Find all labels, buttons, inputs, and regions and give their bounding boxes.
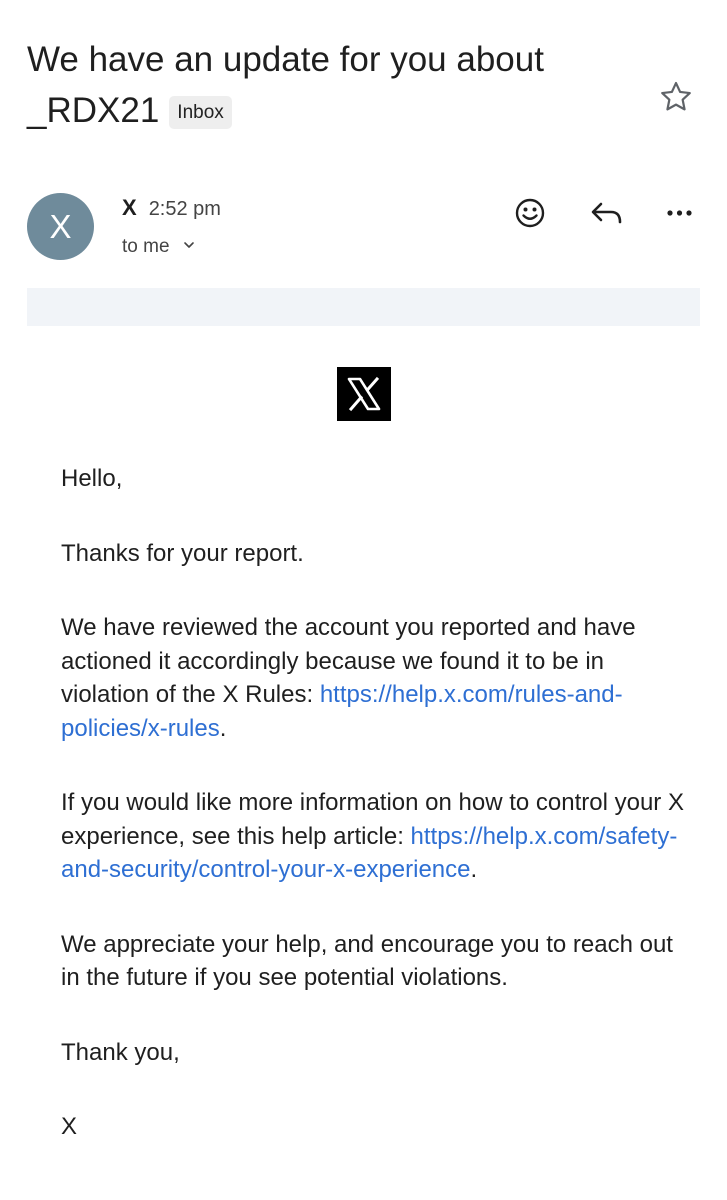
sent-time: 2:52 pm — [148, 198, 221, 220]
email-subject: We have an update for you about _RDX21 In… — [27, 34, 647, 136]
sender-line: X 2:52 pm — [122, 194, 221, 222]
help-end: . — [470, 856, 478, 883]
review-paragraph: We have reviewed the account you reporte… — [61, 611, 691, 745]
sender-avatar[interactable]: X — [27, 193, 94, 260]
reply-icon[interactable] — [586, 192, 628, 234]
review-end: . — [219, 714, 227, 742]
appreciation-paragraph: We appreciate your help, and encourage y… — [61, 930, 673, 992]
inbox-label-chip[interactable]: Inbox — [169, 96, 232, 129]
more-options-icon[interactable] — [659, 192, 701, 234]
sender-name[interactable]: X — [122, 195, 137, 220]
recipient-details-toggle[interactable]: to me — [122, 234, 196, 260]
help-paragraph: If you would like more information on ho… — [61, 786, 691, 887]
recipient-text: to me — [122, 236, 170, 257]
thanks-line: Thanks for your report. — [61, 539, 304, 567]
emoji-reaction-icon[interactable] — [509, 192, 551, 234]
greeting: Hello, — [61, 465, 123, 492]
star-icon[interactable] — [657, 78, 695, 116]
signature: X — [61, 1113, 78, 1140]
email-body: Hello, Thanks for your report. We have r… — [61, 462, 691, 1185]
subject-text: We have an update for you about _RDX21 — [27, 40, 544, 130]
chevron-down-icon — [182, 234, 196, 248]
x-logo-icon — [337, 367, 391, 421]
signoff: Thank you, — [61, 1038, 180, 1066]
email-header-banner — [27, 288, 700, 326]
